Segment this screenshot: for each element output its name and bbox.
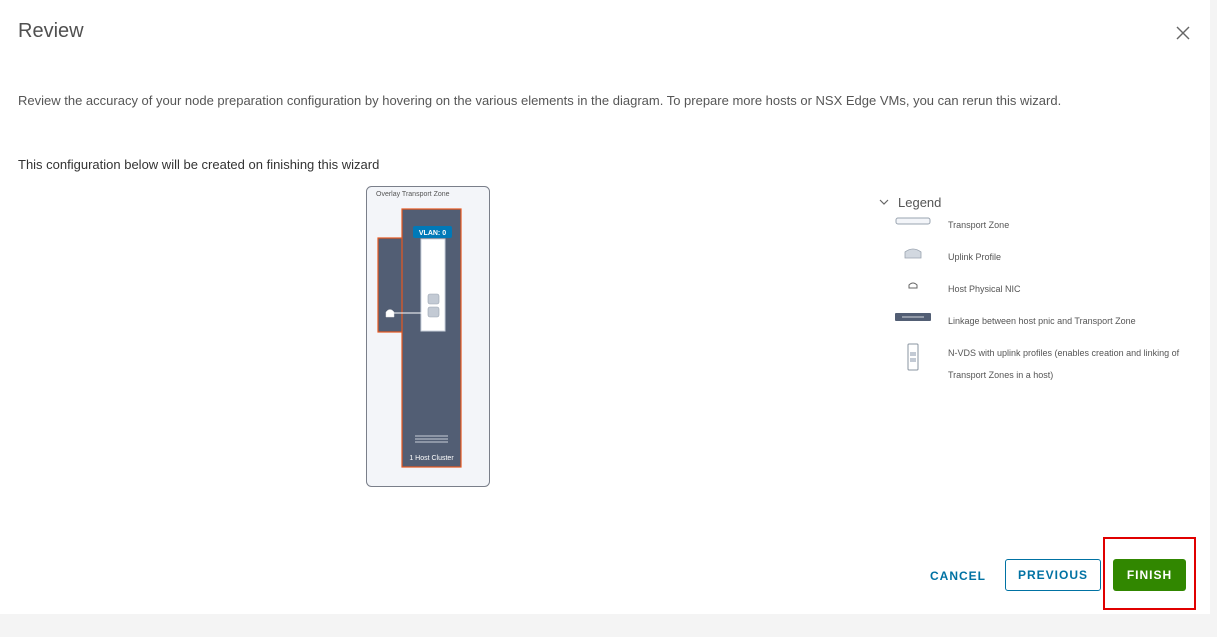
vlan-badge-label: VLAN: 0 [419,230,446,237]
legend-label: Linkage between host pnic and Transport … [948,316,1136,326]
uplink-profile-icon [904,248,922,259]
dialog-description: Review the accuracy of your node prepara… [18,93,1062,108]
transport-zone-icon [895,217,931,225]
configuration-subheading: This configuration below will be created… [18,157,380,172]
dialog-title: Review [18,20,84,42]
previous-button[interactable]: PREVIOUS [1005,559,1101,591]
nvds-icon [907,343,919,371]
review-dialog: Review Review the accuracy of your node … [0,0,1210,614]
legend-label: Transport Zone [948,220,1010,230]
finish-highlight-box [1103,537,1196,610]
chevron-down-icon [879,199,889,205]
linkage-icon [895,313,931,321]
host-physical-nic-shape [385,309,395,318]
legend-label: Host Physical NIC [948,284,1021,294]
legend-panel: Legend Transport Zone Uplink Profile Hos… [878,192,1198,380]
host-pnic-block [377,237,405,333]
uplink-profile-shape [427,293,440,305]
uplink-profile-shape [427,306,440,318]
cluster-label: 1 Host Cluster [409,455,454,462]
transport-zone-label: Overlay Transport Zone [376,191,450,198]
legend-label: Uplink Profile [948,252,1002,262]
legend-item-nvds: N-VDS with uplink profiles (enables crea… [878,342,1188,386]
cancel-button[interactable]: CANCEL [922,560,994,592]
legend-item-linkage: Linkage between host pnic and Transport … [878,310,1188,332]
legend-toggle[interactable]: Legend [878,192,1198,212]
legend-item-uplink-profile: Uplink Profile [878,246,1188,268]
node-configuration-diagram: Overlay Transport Zone VLAN: 0 1 Host Cl… [366,186,490,487]
host-physical-nic-icon [908,282,918,289]
legend-label: N-VDS with uplink profiles (enables crea… [948,348,1180,380]
legend-title: Legend [898,194,942,210]
legend-item-host-physical-nic: Host Physical NIC [878,278,1188,300]
legend-item-transport-zone: Transport Zone [878,214,1188,236]
close-icon[interactable] [1174,24,1192,42]
